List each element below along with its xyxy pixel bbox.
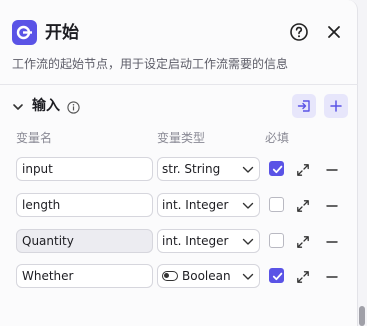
import-button[interactable] xyxy=(292,94,316,118)
expand-icon[interactable] xyxy=(296,162,310,176)
chevron-down-icon xyxy=(242,202,254,209)
start-node-icon xyxy=(12,20,37,45)
chevron-down-icon xyxy=(242,166,254,173)
expand-icon[interactable] xyxy=(296,198,310,212)
variable-row: Boolean xyxy=(16,264,346,288)
required-checkbox[interactable] xyxy=(269,161,284,176)
remove-icon[interactable] xyxy=(325,234,339,248)
required-checkbox[interactable] xyxy=(269,197,284,212)
column-header-name: 变量名 xyxy=(16,131,53,145)
expand-icon[interactable] xyxy=(296,269,310,283)
variable-type-value: Boolean xyxy=(182,269,231,283)
variable-type-select[interactable]: int. Integer xyxy=(157,229,260,253)
variable-row: int. Integer xyxy=(16,193,346,217)
start-node-panel: 开始 工作流的起始节点，用于设定启动工作流需要的信息 输入 变量名 变量类型 必… xyxy=(0,0,358,326)
node-description: 工作流的起始节点，用于设定启动工作流需要的信息 xyxy=(12,57,289,71)
chevron-down-icon xyxy=(242,238,254,245)
help-icon[interactable] xyxy=(289,22,309,42)
input-section-header: 输入 xyxy=(10,94,350,120)
variable-name-input[interactable] xyxy=(16,193,153,217)
variable-type-select[interactable]: int. Integer xyxy=(157,193,260,217)
close-icon[interactable] xyxy=(324,22,344,42)
chevron-down-icon[interactable] xyxy=(11,99,25,113)
variable-name-input[interactable] xyxy=(16,229,153,253)
check-icon xyxy=(272,165,283,174)
required-checkbox[interactable] xyxy=(269,233,284,248)
chevron-down-icon xyxy=(242,273,254,280)
info-icon[interactable] xyxy=(67,99,80,114)
panel-header: 开始 xyxy=(12,20,352,46)
plus-icon xyxy=(330,100,342,112)
remove-icon[interactable] xyxy=(325,162,339,176)
section-title: 输入 xyxy=(32,98,60,114)
variable-name-input[interactable] xyxy=(16,157,153,181)
column-header-type: 变量类型 xyxy=(157,131,206,145)
remove-icon[interactable] xyxy=(325,269,339,283)
variable-type-value: int. Integer xyxy=(162,198,229,212)
variable-row: int. Integer xyxy=(16,229,346,253)
remove-icon[interactable] xyxy=(325,198,339,212)
import-icon xyxy=(297,100,310,112)
variable-type-value: int. Integer xyxy=(162,234,229,248)
variable-row: str. String xyxy=(16,157,346,181)
required-checkbox[interactable] xyxy=(269,268,284,283)
divider xyxy=(0,84,358,85)
variable-type-select[interactable]: Boolean xyxy=(157,264,260,288)
column-header-required: 必填 xyxy=(265,131,290,145)
variable-type-value: str. String xyxy=(162,162,221,176)
expand-icon[interactable] xyxy=(296,234,310,248)
add-variable-button[interactable] xyxy=(324,94,348,118)
page-title: 开始 xyxy=(45,23,79,43)
scrollbar[interactable] xyxy=(359,306,365,326)
boolean-toggle-icon xyxy=(162,271,178,281)
check-icon xyxy=(272,272,283,281)
variable-name-input[interactable] xyxy=(16,264,153,288)
variable-type-select[interactable]: str. String xyxy=(157,157,260,181)
